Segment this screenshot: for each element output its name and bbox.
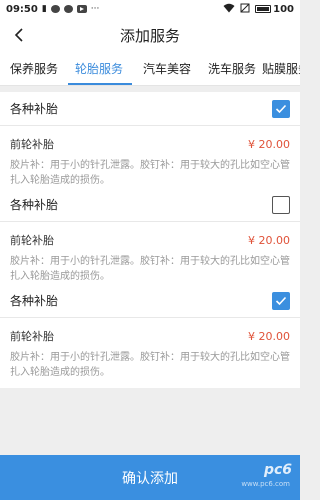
service-card: 各种补胎 前轮补胎 ¥ 20.00 胶片补：用于小的针孔泄露。胶钉补：用于较大的… — [0, 92, 300, 196]
service-card-body: 前轮补胎 ¥ 20.00 胶片补：用于小的针孔泄露。胶钉补：用于较大的孔比如空心… — [0, 126, 300, 196]
service-card: 各种补胎 前轮补胎 ¥ 20.00 胶片补：用于小的针孔泄露。胶钉补：用于较大的… — [0, 284, 300, 388]
battery-icon — [255, 5, 272, 13]
watermark-logo: pc6 — [263, 462, 292, 478]
battery-indicator: 100 — [255, 4, 294, 15]
status-right: 100 — [223, 3, 294, 16]
checkmark-icon — [275, 296, 287, 305]
tab-beauty[interactable]: 汽车美容 — [139, 52, 195, 85]
item-description: 胶片补：用于小的针孔泄露。胶钉补：用于较大的孔比如空心管扎入轮胎造成的损伤。 — [10, 352, 290, 378]
item-name: 前轮补胎 — [10, 138, 54, 151]
service-title: 各种补胎 — [10, 198, 59, 212]
service-checkbox[interactable] — [272, 195, 290, 214]
tab-maintenance[interactable]: 保养服务 — [6, 52, 62, 85]
service-tabs: 保养服务 轮胎服务 汽车美容 洗车服务 贴膜服务 — [0, 52, 300, 86]
service-checkbox[interactable] — [272, 99, 290, 118]
item-price: ¥ 20.00 — [248, 233, 290, 247]
watermark-url: www.pc6.com — [241, 480, 290, 488]
tab-tire[interactable]: 轮胎服务 — [70, 52, 128, 85]
active-tab-indicator — [68, 83, 132, 85]
tab-carwash[interactable]: 洗车服务 — [204, 52, 260, 85]
service-card-body: 前轮补胎 ¥ 20.00 胶片补：用于小的针孔泄露。胶钉补：用于较大的孔比如空心… — [0, 318, 300, 388]
chat-bubble-icon — [50, 5, 60, 13]
chevron-left-icon — [14, 28, 23, 42]
service-card-header: 各种补胎 — [0, 188, 300, 222]
item-description: 胶片补：用于小的针孔泄露。胶钉补：用于较大的孔比如空心管扎入轮胎造成的损伤。 — [10, 256, 290, 282]
item-name: 前轮补胎 — [10, 330, 54, 343]
status-bar: 09:50 ▮ ··· 100 — [0, 0, 300, 18]
header: 添加服务 — [0, 18, 300, 52]
more-dots-icon: ··· — [90, 3, 100, 14]
service-item-row: 前轮补胎 ¥ 20.00 — [10, 134, 290, 154]
wifi-icon — [223, 3, 235, 16]
no-sim-icon — [240, 3, 250, 16]
back-button[interactable] — [8, 24, 30, 46]
status-time: 09:50 — [6, 3, 38, 15]
service-item-row: 前轮补胎 ¥ 20.00 — [10, 230, 290, 250]
video-play-icon — [76, 5, 87, 13]
status-left: 09:50 ▮ ··· — [6, 4, 99, 15]
item-name: 前轮补胎 — [10, 234, 54, 247]
service-checkbox[interactable] — [272, 291, 290, 310]
message-icon — [63, 5, 73, 13]
service-card-header: 各种补胎 — [0, 284, 300, 318]
signal-icon: ▮ — [41, 3, 47, 14]
service-item-row: 前轮补胎 ¥ 20.00 — [10, 326, 290, 346]
tab-film[interactable]: 贴膜服务 — [258, 52, 300, 85]
item-price: ¥ 20.00 — [248, 329, 290, 343]
battery-level: 100 — [273, 3, 294, 15]
item-price: ¥ 20.00 — [248, 137, 290, 151]
service-card-header: 各种补胎 — [0, 92, 300, 126]
checkmark-icon — [275, 104, 287, 113]
service-title: 各种补胎 — [10, 294, 59, 308]
confirm-add-button[interactable]: 确认添加 — [0, 455, 300, 500]
page-title: 添加服务 — [119, 26, 180, 45]
service-card: 各种补胎 前轮补胎 ¥ 20.00 胶片补：用于小的针孔泄露。胶钉补：用于较大的… — [0, 188, 300, 292]
service-title: 各种补胎 — [10, 102, 59, 116]
item-description: 胶片补：用于小的针孔泄露。胶钉补：用于较大的孔比如空心管扎入轮胎造成的损伤。 — [10, 160, 290, 186]
service-card-body: 前轮补胎 ¥ 20.00 胶片补：用于小的针孔泄露。胶钉补：用于较大的孔比如空心… — [0, 222, 300, 292]
